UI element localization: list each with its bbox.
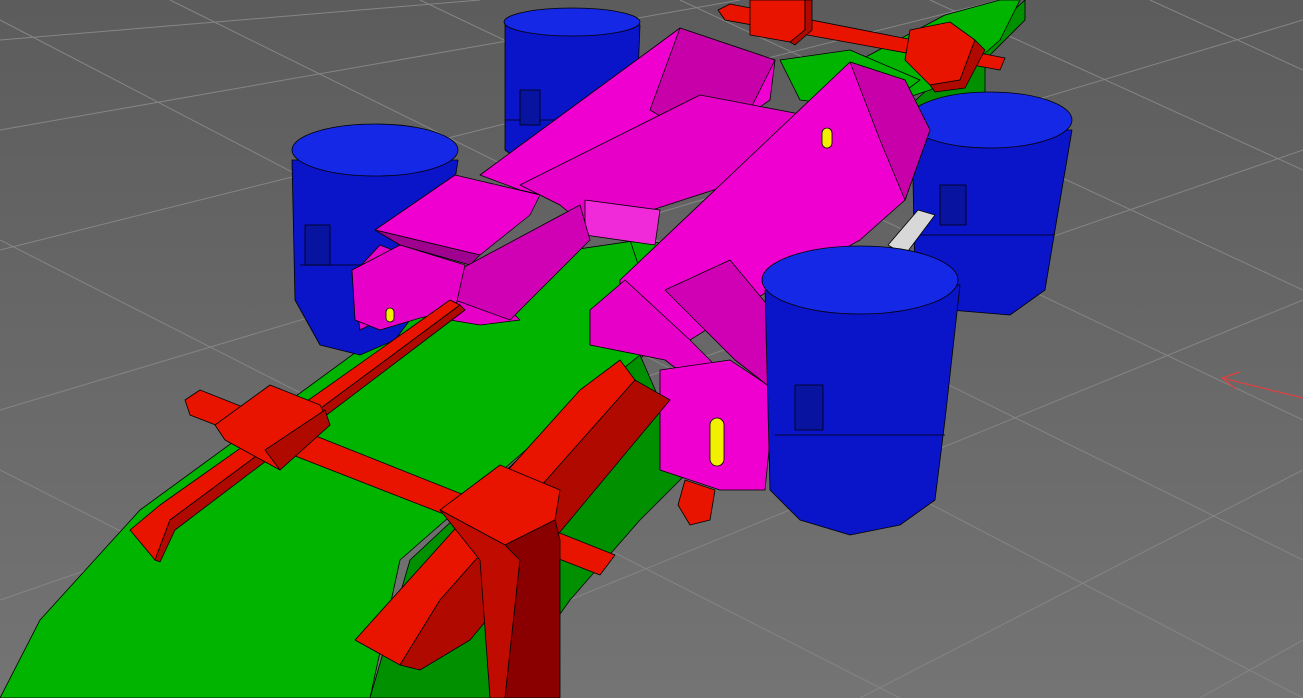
wheel-front-right [761, 245, 961, 536]
scene-canvas[interactable] [0, 0, 1303, 698]
3d-viewport[interactable] [0, 0, 1303, 698]
